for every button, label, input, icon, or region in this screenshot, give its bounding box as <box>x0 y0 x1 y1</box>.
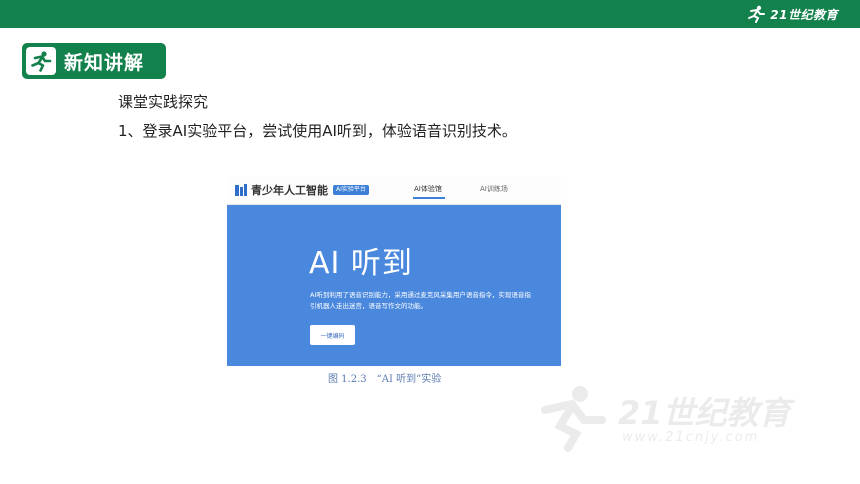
section-badge: 新知讲解 <box>22 43 166 79</box>
figure-brand: 青少年人工智能 <box>251 184 328 197</box>
figure-header: 青少年人工智能 AI实验平台 AI体验馆 AI训练场 <box>227 176 561 205</box>
figure-nav-experience[interactable]: AI体验馆 <box>414 184 442 194</box>
figure-caption: 图 1.2.3 “AI 听到”实验 <box>328 374 442 385</box>
subtitle: 课堂实践探究 <box>118 93 209 111</box>
section-title: 新知讲解 <box>64 51 145 74</box>
one-click-code-button[interactable]: 一键编码 <box>310 325 355 345</box>
hero-title: AI 听到 <box>309 246 413 281</box>
watermark-runner-icon <box>541 386 606 452</box>
watermark-text: 21世纪教育 <box>618 394 791 432</box>
book-logo-icon <box>235 184 247 196</box>
watermark-url: www.21cnjy.com <box>622 430 760 445</box>
site-logo-text: 21世纪教育 <box>770 7 838 22</box>
active-tab-indicator <box>413 197 445 199</box>
bullet-item: 1、登录AI实验平台，尝试使用AI听到，体验语音识别技术。 <box>118 122 517 140</box>
hero-description: AI听到利用了语音识别能力，采用通过麦克风采集用户语音指令，实现语音指引机器人走… <box>310 291 531 310</box>
figure-hero: AI 听到 AI听到利用了语音识别能力，采用通过麦克风采集用户语音指令，实现语音… <box>227 205 561 366</box>
runner-icon <box>26 47 56 75</box>
top-bar: 21世纪教育 <box>0 0 860 28</box>
watermark: 21世纪教育 www.21cnjy.com <box>530 378 830 458</box>
runner-logo-icon <box>748 5 766 23</box>
site-logo: 21世纪教育 <box>746 4 838 24</box>
figure-tag: AI实验平台 <box>333 185 369 195</box>
platform-screenshot: 青少年人工智能 AI实验平台 AI体验馆 AI训练场 AI 听到 AI听到利用了… <box>227 176 561 366</box>
figure-nav-training[interactable]: AI训练场 <box>480 184 508 194</box>
